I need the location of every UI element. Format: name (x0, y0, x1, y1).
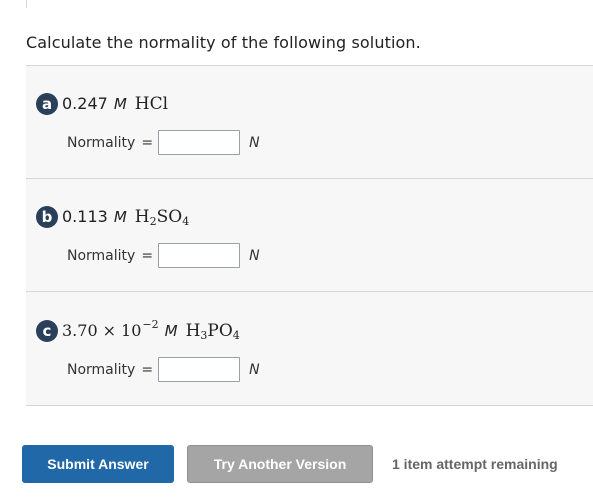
divider (26, 405, 593, 406)
molar-unit: M (113, 207, 127, 226)
formula-element: H (134, 206, 150, 227)
try-another-version-button[interactable]: Try Another Version (187, 445, 373, 483)
part-b-concentration: 0.113 (62, 206, 108, 226)
part-b-normality-input[interactable] (158, 243, 241, 268)
normality-label: Normality (67, 361, 136, 378)
formula-subscript: 4 (232, 328, 240, 342)
power-base: 10 (121, 320, 142, 340)
part-a-normality-input[interactable] (158, 130, 241, 155)
normality-label: Normality (67, 247, 136, 264)
part-b: b 0.113 M H2SO4 Normality = N (26, 179, 593, 291)
molar-unit: M (113, 95, 127, 113)
top-divider (26, 0, 27, 8)
formula-element: PO (207, 320, 233, 341)
part-c-normality-input[interactable] (158, 357, 241, 382)
part-c-compound: H3PO4 (186, 321, 240, 342)
formula-element: SO (156, 206, 183, 227)
question-prompt: Calculate the normality of the following… (26, 33, 421, 52)
normality-unit: N (249, 247, 260, 264)
part-b-given: b 0.113 M H2SO4 (36, 206, 189, 228)
times-sign: × (102, 320, 117, 340)
part-a-given: a 0.247 M HCl (36, 93, 168, 115)
normality-label: Normality (67, 134, 136, 151)
equals-sign: = (141, 361, 154, 378)
normality-unit: N (249, 134, 260, 151)
part-b-normality-row: Normality = N (67, 243, 260, 268)
power-exponent: −2 (142, 317, 159, 331)
part-c-normality-row: Normality = N (67, 357, 260, 382)
formula-subscript: 2 (149, 214, 157, 228)
formula-element: H (185, 320, 201, 341)
equals-sign: = (141, 247, 154, 264)
question-page: Calculate the normality of the following… (0, 0, 593, 498)
attempts-remaining-text: 1 item attempt remaining (392, 456, 558, 472)
part-b-badge: b (36, 206, 58, 228)
part-a-concentration: 0.247 (62, 94, 108, 113)
part-c-given: c 3.70 × 10 −2 M H3PO4 (36, 317, 240, 342)
part-b-compound: H2SO4 (135, 207, 189, 228)
part-a: a 0.247 M HCl Normality = N (26, 66, 593, 178)
equals-sign: = (141, 134, 154, 151)
part-c-badge: c (36, 320, 58, 342)
submit-answer-button[interactable]: Submit Answer (22, 445, 174, 483)
part-a-compound: HCl (134, 94, 169, 114)
molar-unit: M (164, 321, 178, 340)
formula-subscript: 4 (182, 214, 190, 228)
normality-unit: N (249, 361, 260, 378)
part-c-mantissa: 3.70 (62, 320, 98, 340)
part-a-normality-row: Normality = N (67, 130, 260, 155)
part-c: c 3.70 × 10 −2 M H3PO4 Normality = N (26, 292, 593, 405)
part-a-badge: a (36, 93, 58, 115)
